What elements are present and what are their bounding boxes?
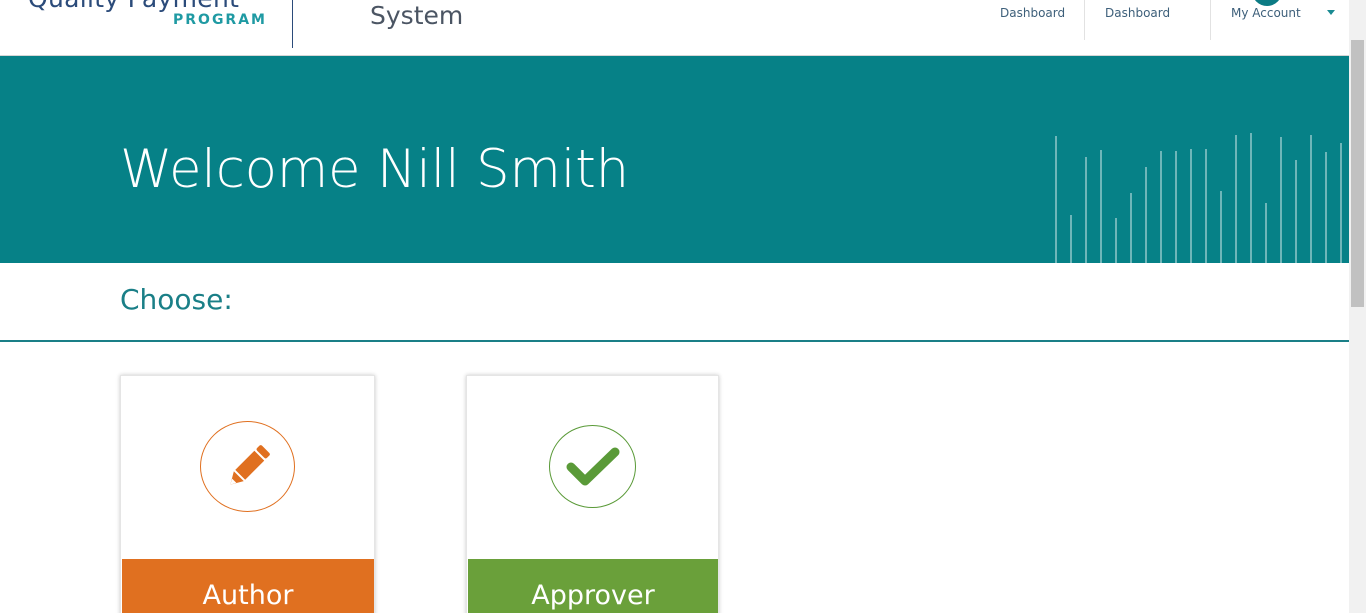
nav-dashboard-1-label[interactable]: Dashboard <box>1000 6 1065 20</box>
decorative-bar <box>1265 203 1267 263</box>
nav-my-account-label[interactable]: My Account <box>1231 6 1301 20</box>
vertical-scrollbar[interactable] <box>1349 0 1366 613</box>
author-icon-circle <box>200 421 295 512</box>
scrollbar-thumb[interactable] <box>1351 40 1364 307</box>
decorative-bar <box>1340 143 1342 263</box>
checkmark-icon <box>566 447 619 485</box>
approver-icon-circle <box>549 425 636 508</box>
page: Quality Payment PROGRAM System Dashboard… <box>0 0 1366 613</box>
decorative-bar <box>1175 151 1177 263</box>
pencil-icon <box>229 444 270 485</box>
decorative-bar <box>1145 167 1147 263</box>
nav-my-account-wrapper[interactable]: My Account <box>1231 6 1335 20</box>
decorative-bar <box>1055 136 1057 263</box>
decorative-bar <box>1310 135 1312 263</box>
decorative-bar <box>1070 215 1072 263</box>
decorative-bar <box>1280 137 1282 263</box>
decorative-bar <box>1160 151 1162 263</box>
decorative-bar <box>1085 157 1087 263</box>
system-title: System <box>370 1 464 30</box>
decorative-bar <box>1295 160 1297 263</box>
decorative-bar <box>1235 135 1237 263</box>
nav-dashboard-1[interactable]: Dashboard <box>985 0 1085 40</box>
author-card-label[interactable]: Author <box>122 559 374 613</box>
welcome-heading: Welcome Nill Smith <box>120 139 629 200</box>
decorative-bar <box>1250 133 1252 263</box>
logo-divider <box>292 0 293 48</box>
author-role-card[interactable]: Author <box>120 375 375 613</box>
top-header: Quality Payment PROGRAM System Dashboard… <box>0 0 1349 56</box>
decorative-bar <box>1100 150 1102 263</box>
nav-dashboard-2[interactable]: Dashboard <box>1085 0 1211 40</box>
choose-heading: Choose: <box>120 283 233 316</box>
welcome-banner: Welcome Nill Smith <box>0 56 1349 263</box>
nav-my-account[interactable]: My Account <box>1211 0 1336 40</box>
decorative-bar <box>1130 193 1132 263</box>
choose-divider <box>0 340 1349 342</box>
approver-role-card[interactable]: Approver <box>466 375 719 613</box>
logo-text-program[interactable]: PROGRAM <box>173 12 267 28</box>
decorative-bar <box>1115 218 1117 263</box>
approver-card-label[interactable]: Approver <box>468 559 718 613</box>
decorative-bar <box>1325 152 1327 263</box>
decorative-bar <box>1190 149 1192 263</box>
decorative-bars <box>1049 113 1349 263</box>
decorative-bar <box>1205 149 1207 263</box>
nav-dashboard-2-label[interactable]: Dashboard <box>1105 6 1170 20</box>
decorative-bar <box>1220 191 1222 263</box>
caret-down-icon[interactable] <box>1326 10 1335 15</box>
